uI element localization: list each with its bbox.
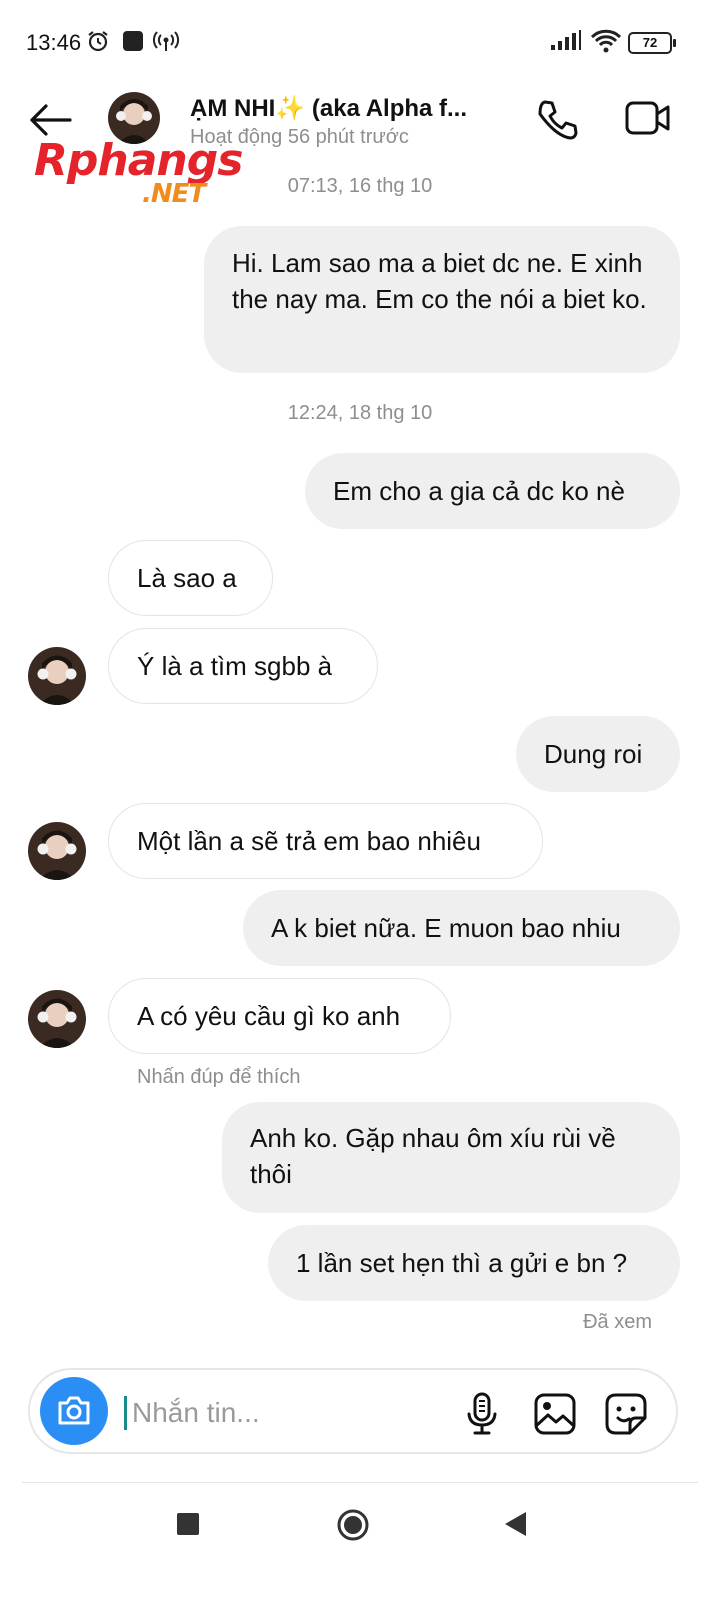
message-input[interactable] [130,1390,454,1436]
incoming-message[interactable]: A có yêu cầu gì ko anh [108,978,451,1054]
wifi-icon [590,29,622,58]
home-circle-icon[interactable] [336,1508,370,1547]
status-time: 13:46 [26,30,82,55]
message-composer [28,1368,678,1454]
outgoing-message[interactable]: 1 lần set hẹn thì a gửi e bn ? [268,1225,680,1301]
timestamp: 07:13, 16 thg 10 [287,175,433,197]
contact-status: Hoạt động 56 phút trước [190,126,409,148]
chat-header: Rphangs .NET ẠM NHI✨ (aka Alpha f... Hoạ… [0,80,720,209]
outgoing-message[interactable]: Dung roi [516,716,680,792]
phone-icon[interactable] [536,98,580,147]
incoming-message[interactable]: Là sao a [108,540,273,616]
seen-status: Đã xem [583,1311,652,1333]
nav-divider [22,1482,698,1483]
outgoing-message[interactable]: Anh ko. Gặp nhau ôm xíu rùi về thôi [222,1102,680,1213]
video-icon[interactable] [624,98,672,143]
sender-avatar[interactable] [28,647,86,705]
battery-icon: 72 [628,32,676,54]
sender-avatar[interactable] [28,990,86,1048]
back-triangle-icon[interactable] [502,1508,530,1545]
text-caret [124,1396,127,1430]
incoming-message[interactable]: Một lần a sẽ trả em bao nhiêu [108,803,543,879]
status-bar: 13:46 72 [0,0,720,80]
contact-name[interactable]: ẠM NHI✨ (aka Alpha f... [190,94,467,123]
double-tap-hint: Nhấn đúp để thích [137,1066,301,1088]
outgoing-message[interactable]: Em cho a gia cả dc ko nè [305,453,680,529]
incoming-message[interactable]: Ý là a tìm sgbb à [108,628,378,704]
signal-icon [550,29,582,56]
hotspot-icon [152,29,180,58]
microphone-icon[interactable] [464,1392,500,1441]
camera-button[interactable] [40,1377,108,1445]
sender-avatar[interactable] [28,822,86,880]
outgoing-message[interactable]: A k biet nữa. E muon bao nhiu [243,890,680,966]
outgoing-message[interactable]: Hi. Lam sao ma a biet dc ne. E xinh the … [204,226,680,373]
recents-square-icon[interactable] [174,1508,202,1545]
sticker-icon[interactable] [604,1392,648,1441]
app-notification-icon [121,29,145,58]
alarm-icon [86,29,110,58]
timestamp: 12:24, 18 thg 10 [287,402,433,424]
gallery-icon[interactable] [533,1392,577,1441]
